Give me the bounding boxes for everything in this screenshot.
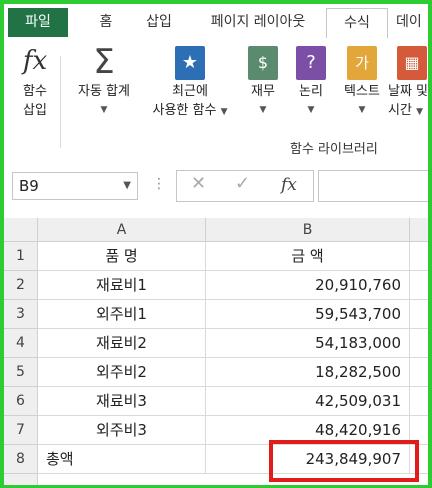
ribbon-formulas: fx 함수 삽입 Σ 자동 합계 ▼ ★ 최근에 사용한 함수 ▼ $ 재무 ▼… bbox=[4, 38, 429, 163]
datetime-label-2: 시간 ▼ bbox=[388, 103, 423, 118]
row-header[interactable]: 4 bbox=[4, 329, 38, 358]
fx-icon: fx bbox=[22, 46, 48, 76]
chevron-down-icon: ▼ bbox=[416, 107, 423, 117]
logical-label: 논리 bbox=[299, 84, 323, 99]
cell-c[interactable] bbox=[410, 271, 428, 300]
chevron-down-icon: ▼ bbox=[307, 105, 315, 115]
cell-b[interactable]: 42,509,031 bbox=[206, 387, 410, 416]
recently-used-button[interactable]: ★ 최근에 사용한 함수 ▼ bbox=[140, 44, 240, 122]
cell-a[interactable]: 총액 bbox=[38, 445, 206, 474]
insert-function-icon[interactable]: fx bbox=[281, 175, 297, 195]
name-box[interactable]: B9 ▼ bbox=[12, 172, 138, 200]
chevron-down-icon: ▼ bbox=[358, 105, 366, 115]
column-header-b[interactable]: B bbox=[206, 218, 410, 242]
tab-data[interactable]: 데이 bbox=[396, 8, 428, 37]
text-functions-label: 텍스트 bbox=[344, 84, 380, 99]
cell-c[interactable] bbox=[410, 358, 428, 387]
cell-c[interactable] bbox=[410, 329, 428, 358]
chevron-down-icon[interactable]: ▼ bbox=[123, 173, 131, 199]
text-functions-button[interactable]: 가 텍스트 ▼ bbox=[336, 44, 388, 120]
cell-b[interactable]: 20,910,760 bbox=[206, 271, 410, 300]
insert-function-label-1: 함수 bbox=[23, 84, 47, 99]
row-header[interactable] bbox=[4, 474, 38, 485]
cell-c[interactable] bbox=[410, 387, 428, 416]
row-header[interactable]: 1 bbox=[4, 242, 38, 271]
financial-icon: $ bbox=[248, 46, 278, 80]
formula-bar-grip-icon[interactable]: ⋮ bbox=[152, 176, 166, 192]
text-icon: 가 bbox=[347, 46, 377, 80]
chevron-down-icon: ▼ bbox=[100, 105, 108, 115]
financial-label: 재무 bbox=[251, 84, 275, 99]
logical-button[interactable]: ? 논리 ▼ bbox=[290, 44, 332, 120]
function-library-group-label: 함수 라이브러리 bbox=[290, 142, 378, 157]
recently-used-label-2: 사용한 함수 ▼ bbox=[152, 103, 228, 118]
formula-input[interactable] bbox=[318, 170, 428, 202]
cell-b[interactable]: 금 액 bbox=[206, 242, 410, 271]
cell-b[interactable]: 18,282,500 bbox=[206, 358, 410, 387]
row-header[interactable]: 2 bbox=[4, 271, 38, 300]
tab-file[interactable]: 파일 bbox=[8, 8, 68, 37]
financial-button[interactable]: $ 재무 ▼ bbox=[242, 44, 284, 120]
ribbon-tabs: 파일 홈 삽입 페이지 레이아웃 수식 데이 bbox=[4, 4, 428, 39]
select-all-corner[interactable] bbox=[4, 218, 38, 242]
cell-a[interactable]: 품 명 bbox=[38, 242, 206, 271]
recently-used-label-1: 최근에 bbox=[172, 84, 208, 99]
tab-formulas[interactable]: 수식 bbox=[326, 8, 388, 39]
chevron-down-icon: ▼ bbox=[259, 105, 267, 115]
row-header[interactable]: 5 bbox=[4, 358, 38, 387]
tab-page-layout[interactable]: 페이지 레이아웃 bbox=[196, 8, 320, 37]
cell-b[interactable]: 59,543,700 bbox=[206, 300, 410, 329]
enter-icon[interactable]: ✓ bbox=[235, 173, 250, 194]
insert-function-button[interactable]: fx 함수 삽입 bbox=[10, 44, 60, 120]
formula-bar-buttons: ✕ ✓ fx bbox=[176, 170, 314, 202]
cell-b[interactable]: 48,420,916 bbox=[206, 416, 410, 445]
logical-icon: ? bbox=[296, 46, 326, 80]
cell-a[interactable]: 외주비3 bbox=[38, 416, 206, 445]
row-header[interactable]: 6 bbox=[4, 387, 38, 416]
row-header[interactable]: 8 bbox=[4, 445, 38, 474]
cell-a[interactable]: 외주비1 bbox=[38, 300, 206, 329]
star-book-icon: ★ bbox=[175, 46, 205, 80]
window-frame: 파일 홈 삽입 페이지 레이아웃 수식 데이 fx 함수 삽입 Σ 자동 합계 … bbox=[0, 0, 432, 488]
sigma-icon: Σ bbox=[93, 42, 115, 82]
tab-home[interactable]: 홈 bbox=[86, 8, 126, 37]
tab-insert[interactable]: 삽입 bbox=[134, 8, 184, 37]
datetime-button[interactable]: ▦ 날짜 및 시간 ▼ bbox=[388, 44, 429, 122]
cell-a[interactable]: 재료비1 bbox=[38, 271, 206, 300]
cell-a[interactable]: 재료비2 bbox=[38, 329, 206, 358]
cell-c[interactable] bbox=[410, 242, 428, 271]
datetime-label-1: 날짜 및 bbox=[388, 84, 429, 99]
autosum-label: 자동 합계 bbox=[78, 84, 130, 99]
row-header[interactable]: 7 bbox=[4, 416, 38, 445]
cancel-icon[interactable]: ✕ bbox=[191, 173, 206, 194]
column-header-a[interactable]: A bbox=[38, 218, 206, 242]
cell-c[interactable] bbox=[410, 445, 428, 474]
insert-function-label-2: 삽입 bbox=[23, 103, 47, 118]
column-header-c[interactable] bbox=[410, 218, 428, 242]
cell-a[interactable]: 재료비3 bbox=[38, 387, 206, 416]
autosum-button[interactable]: Σ 자동 합계 ▼ bbox=[68, 44, 140, 120]
cell-b[interactable]: 243,849,907 bbox=[206, 445, 410, 474]
name-box-value: B9 bbox=[19, 177, 39, 195]
cell-b[interactable]: 54,183,000 bbox=[206, 329, 410, 358]
cell-a[interactable]: 외주비2 bbox=[38, 358, 206, 387]
row-header[interactable]: 3 bbox=[4, 300, 38, 329]
ribbon-separator bbox=[60, 56, 61, 148]
cell-c[interactable] bbox=[410, 300, 428, 329]
chevron-down-icon: ▼ bbox=[220, 107, 228, 117]
cell-c[interactable] bbox=[410, 416, 428, 445]
calendar-icon: ▦ bbox=[397, 46, 427, 80]
